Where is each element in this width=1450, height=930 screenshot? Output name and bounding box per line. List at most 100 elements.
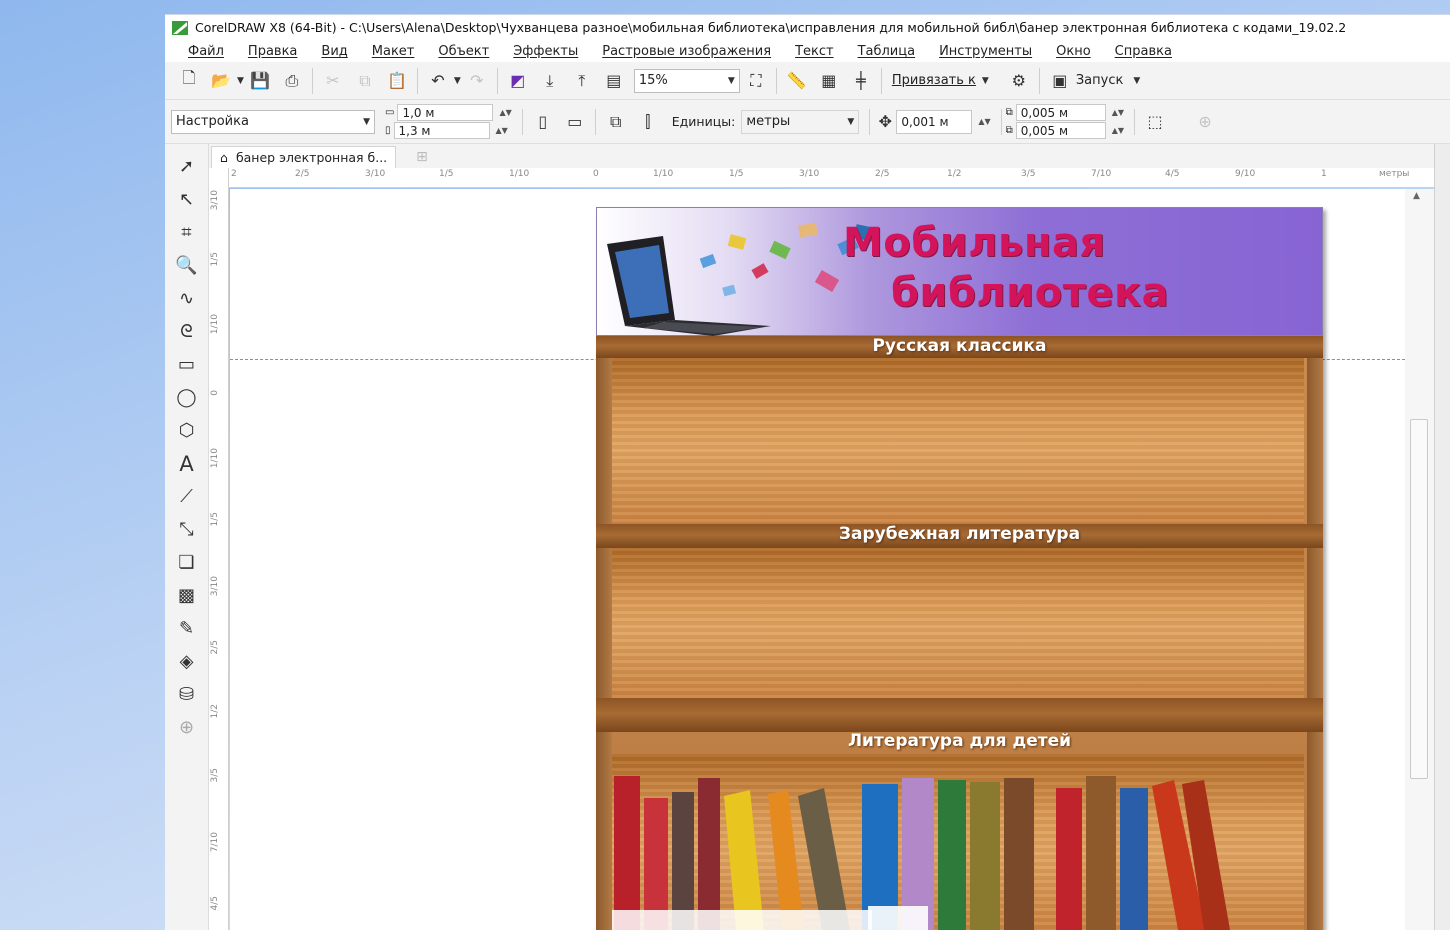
- menu-bitmaps[interactable]: Растровые изображения: [591, 44, 782, 59]
- open-folder-icon[interactable]: 📂: [205, 66, 237, 96]
- redo-icon[interactable]: ↷: [461, 66, 493, 96]
- new-tab-icon[interactable]: ⊞: [416, 149, 428, 165]
- duplicate-distance-group: ⧉ 0,005 м ▲▼ ⧉ 0,005 м ▲▼: [1006, 104, 1124, 139]
- horizontal-ruler[interactable]: 2 2/5 3/10 1/5 1/10 0 1/10 1/5 3/10 2/5 …: [229, 168, 1434, 188]
- full-screen-icon[interactable]: ⛶: [740, 66, 772, 96]
- show-guidelines-icon[interactable]: ╪: [845, 66, 877, 96]
- shelf-back: [612, 548, 1304, 698]
- duplicate-y-field[interactable]: 0,005 м: [1015, 122, 1106, 139]
- landscape-icon[interactable]: ▭: [559, 107, 591, 137]
- menu-file[interactable]: Файл: [177, 44, 235, 59]
- paste-icon[interactable]: 📋: [381, 66, 413, 96]
- all-pages-icon[interactable]: ⧉: [600, 107, 632, 137]
- ruler-tick: 2: [231, 169, 237, 179]
- connector-tool-icon[interactable]: ⤡: [169, 513, 205, 546]
- spin-arrows-icon[interactable]: ▲▼: [496, 126, 508, 135]
- home-icon[interactable]: ⌂: [220, 150, 228, 165]
- ruler-tick: 2/5: [295, 169, 310, 179]
- undo-icon[interactable]: ↶: [422, 66, 454, 96]
- docker-panel-edge[interactable]: [1434, 144, 1450, 930]
- options-gear-icon[interactable]: ⚙: [1003, 66, 1035, 96]
- parallel-dimension-icon[interactable]: ⟋: [169, 480, 205, 513]
- zoom-value: 15%: [638, 73, 668, 88]
- menu-table[interactable]: Таблица: [847, 44, 927, 59]
- menu-effects[interactable]: Эффекты: [502, 44, 589, 59]
- ellipse-tool-icon[interactable]: ◯: [169, 381, 205, 414]
- vertical-ruler[interactable]: 3/10 1/5 1/10 0 1/10 1/5 3/10 2/5 1/2 3/…: [209, 168, 229, 930]
- add-icon[interactable]: ⊕: [1189, 107, 1221, 137]
- artistic-media-icon[interactable]: ᘓ: [169, 315, 205, 348]
- copy-icon[interactable]: ⧉: [349, 66, 381, 96]
- current-page-icon[interactable]: ⫿: [632, 107, 664, 137]
- freehand-tool-icon[interactable]: ∿: [169, 282, 205, 315]
- text-tool-icon[interactable]: A: [169, 447, 205, 480]
- spin-arrows-icon[interactable]: ▲▼: [1112, 108, 1124, 117]
- menu-object[interactable]: Объект: [427, 44, 500, 59]
- scroll-up-icon[interactable]: ▲: [1413, 191, 1420, 201]
- menu-tools[interactable]: Инструменты: [928, 44, 1043, 59]
- print-icon[interactable]: ⎙: [276, 66, 308, 96]
- chevron-down-icon[interactable]: ▼: [982, 76, 989, 86]
- page-preset-combo[interactable]: Настройка ▼: [171, 109, 375, 134]
- ruler-tick: 4/5: [1165, 169, 1180, 179]
- show-rulers-icon[interactable]: 📏: [781, 66, 813, 96]
- shape-tool-icon[interactable]: ↖: [169, 183, 205, 216]
- chevron-down-icon[interactable]: ▼: [237, 76, 244, 86]
- menu-help[interactable]: Справка: [1104, 44, 1183, 59]
- export-icon[interactable]: ⤒: [566, 66, 598, 96]
- duplicate-x-field[interactable]: 0,005 м: [1015, 104, 1106, 121]
- menu-view[interactable]: Вид: [310, 44, 358, 59]
- portrait-icon[interactable]: ▯: [527, 107, 559, 137]
- cut-icon[interactable]: ✂: [317, 66, 349, 96]
- shelf-back: [612, 358, 1304, 524]
- chevron-down-icon[interactable]: ▼: [1133, 76, 1140, 86]
- interactive-fill-icon[interactable]: ◈: [169, 645, 205, 678]
- show-grid-icon[interactable]: ▦: [813, 66, 845, 96]
- ruler-tick: 1/10: [210, 448, 220, 469]
- edit-bleed-icon[interactable]: ⬚: [1139, 107, 1171, 137]
- page-height-field[interactable]: 1,3 м: [393, 122, 490, 139]
- import-icon[interactable]: ⤓: [534, 66, 566, 96]
- eyedropper-icon[interactable]: ✎: [169, 612, 205, 645]
- application-launcher-icon[interactable]: ▣: [1044, 66, 1076, 96]
- zoom-tool-icon[interactable]: 🔍: [169, 249, 205, 282]
- publish-pdf-icon[interactable]: ▤: [598, 66, 630, 96]
- smart-fill-icon[interactable]: ⛁: [169, 678, 205, 711]
- menu-text[interactable]: Текст: [784, 44, 845, 59]
- document-tab-strip: ⌂ банер электронная б... ⊞: [209, 144, 1434, 168]
- units-combo[interactable]: метры ▼: [741, 109, 860, 134]
- page-width-field[interactable]: 1,0 м: [397, 104, 494, 121]
- drop-shadow-icon[interactable]: ❏: [169, 546, 205, 579]
- vertical-scrollbar[interactable]: ▲: [1405, 189, 1434, 930]
- spin-arrows-icon[interactable]: ▲▼: [499, 108, 511, 117]
- search-content-icon[interactable]: ◩: [502, 66, 534, 96]
- ruler-tick: 3/10: [799, 169, 820, 179]
- zoom-combo[interactable]: 15% ▼: [633, 68, 740, 93]
- scrollbar-thumb[interactable]: [1410, 419, 1428, 779]
- chevron-down-icon[interactable]: ▼: [454, 76, 461, 86]
- polygon-tool-icon[interactable]: ⬡: [169, 414, 205, 447]
- transparency-tool-icon[interactable]: ▩: [169, 579, 205, 612]
- spin-arrows-icon[interactable]: ▲▼: [978, 117, 990, 126]
- spin-arrows-icon[interactable]: ▲▼: [1112, 126, 1124, 135]
- shelf-side-right: [1307, 336, 1323, 930]
- menu-window[interactable]: Окно: [1045, 44, 1102, 59]
- snap-to-button[interactable]: Привязать к: [892, 73, 976, 88]
- nudge-distance-field[interactable]: 0,001 м: [896, 109, 973, 134]
- duplicate-y-icon: ⧉: [1005, 125, 1013, 136]
- banner-artwork[interactable]: Мобильная библиотека Русская классика За…: [596, 207, 1323, 930]
- book-spines: [612, 776, 1230, 930]
- menu-layout[interactable]: Макет: [361, 44, 426, 59]
- document-tab[interactable]: ⌂ банер электронная б...: [211, 146, 397, 168]
- add-tool-icon[interactable]: ⊕: [169, 711, 205, 744]
- rectangle-tool-icon[interactable]: ▭: [169, 348, 205, 381]
- pick-tool-icon[interactable]: ➚: [169, 150, 205, 183]
- ruler-tick: 3/10: [210, 190, 220, 211]
- crop-tool-icon[interactable]: ⌗: [169, 216, 205, 249]
- save-icon[interactable]: 💾: [244, 66, 276, 96]
- launch-button[interactable]: Запуск: [1076, 73, 1124, 88]
- menu-edit[interactable]: Правка: [237, 44, 308, 59]
- ruler-tick: 1/10: [509, 169, 530, 179]
- toolbar-divider: [496, 67, 498, 94]
- new-document-icon[interactable]: 🗋: [173, 66, 205, 96]
